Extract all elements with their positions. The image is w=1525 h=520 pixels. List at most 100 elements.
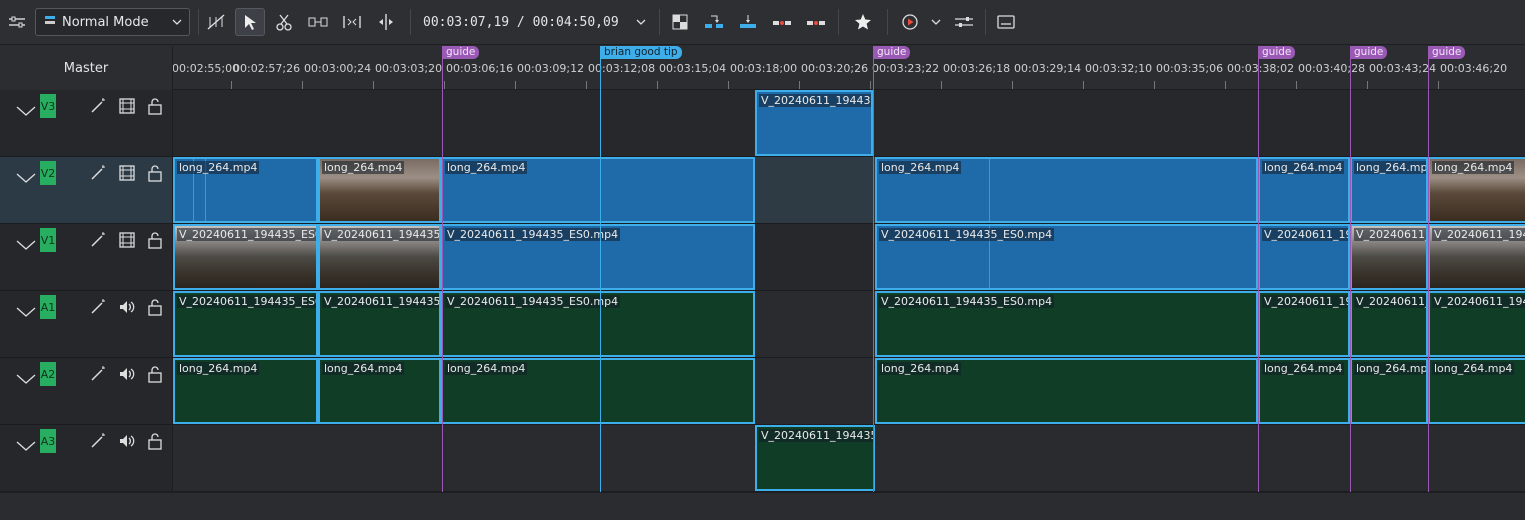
- lock-icon[interactable]: [145, 297, 165, 317]
- select-tool-icon[interactable]: [235, 8, 265, 36]
- track-name-tag[interactable]: V2: [40, 161, 56, 185]
- composite-icon[interactable]: [666, 8, 694, 36]
- track-lane-v3[interactable]: V_20240611_194435_E: [173, 90, 1525, 157]
- effects-wand-icon[interactable]: [88, 96, 108, 116]
- clip[interactable]: long_264.mp4: [441, 358, 755, 424]
- subtitle-icon[interactable]: [992, 8, 1020, 36]
- extract-icon[interactable]: [802, 8, 830, 36]
- guide-marker[interactable]: guide: [1428, 46, 1466, 59]
- guide-marker[interactable]: guide: [1350, 46, 1388, 59]
- master-track-header[interactable]: Master: [0, 46, 173, 90]
- track-name-tag[interactable]: V3: [40, 94, 56, 118]
- collapse-chevron-icon[interactable]: [16, 236, 36, 255]
- lock-icon[interactable]: [145, 163, 165, 183]
- track-header-a1[interactable]: A1: [0, 291, 173, 358]
- collapse-chevron-icon[interactable]: [16, 303, 36, 322]
- clip[interactable]: V_20240611_194435_ES0.mp4: [875, 224, 1258, 290]
- track-lane-a2[interactable]: long_264.mp4 long_264.mp4 long_264.mp4 l…: [173, 358, 1525, 425]
- effects-wand-icon[interactable]: [88, 163, 108, 183]
- clip[interactable]: long_264.mp4: [1350, 157, 1428, 223]
- clip[interactable]: V_20240611_194435_E: [755, 425, 875, 491]
- track-header-v3[interactable]: V3: [0, 90, 173, 157]
- lock-icon[interactable]: [145, 230, 165, 250]
- timecode-display[interactable]: 00:03:07,19 / 00:04:50,09: [423, 8, 623, 36]
- clip[interactable]: long_264.mp4: [1350, 358, 1428, 424]
- spacer-tool-icon[interactable]: [304, 8, 332, 36]
- timeline-gap[interactable]: [755, 157, 875, 223]
- film-strip-icon[interactable]: [117, 230, 137, 250]
- effects-wand-icon[interactable]: [88, 230, 108, 250]
- film-strip-icon[interactable]: [117, 163, 137, 183]
- edit-mode-select[interactable]: Normal Mode: [35, 8, 190, 36]
- mixer-icon[interactable]: [950, 8, 978, 36]
- track-name-tag[interactable]: A1: [40, 295, 56, 319]
- clip[interactable]: long_264.mp4: [318, 157, 441, 223]
- clip[interactable]: long_264.mp4: [318, 358, 441, 424]
- clip[interactable]: V_20240611_1: [1350, 224, 1428, 290]
- track-lane-v2[interactable]: long_264.mp4 long_264.mp4 long_264.mp4 l…: [173, 157, 1525, 224]
- clip[interactable]: V_20240611_194435_E: [318, 291, 441, 357]
- clip[interactable]: long_264.mp4: [875, 157, 1258, 223]
- track-lane-v1[interactable]: V_20240611_194435_ES0.m V_20240611_19443…: [173, 224, 1525, 291]
- clip[interactable]: V_20240611_194: [1428, 291, 1525, 357]
- clip[interactable]: V_20240611_194435_ES0.mp4: [875, 291, 1258, 357]
- clip[interactable]: long_264.mp4: [441, 157, 755, 223]
- effects-wand-icon[interactable]: [88, 431, 108, 451]
- clip[interactable]: V_20240611_194: [1258, 224, 1350, 290]
- lock-icon[interactable]: [145, 364, 165, 384]
- clip[interactable]: V_20240611_194435_ES0.mp4: [441, 291, 755, 357]
- track-name-tag[interactable]: A3: [40, 429, 56, 453]
- speaker-icon[interactable]: [117, 431, 137, 451]
- clip[interactable]: long_264.mp4: [1428, 358, 1525, 424]
- track-name-tag[interactable]: A2: [40, 362, 56, 386]
- settings-sliders-icon[interactable]: [3, 8, 31, 36]
- guide-marker[interactable]: guide: [1258, 46, 1296, 59]
- favorite-star-icon[interactable]: [849, 8, 877, 36]
- insert-icon[interactable]: [700, 8, 728, 36]
- clip[interactable]: V_20240611_1: [1350, 291, 1428, 357]
- razor-tool-icon[interactable]: [270, 8, 298, 36]
- timeline-ruler[interactable]: 00:02:55;00 00:02:57;26 00:03:00;24 00:0…: [173, 46, 1525, 90]
- collapse-chevron-icon[interactable]: [16, 437, 36, 456]
- lock-icon[interactable]: [145, 96, 165, 116]
- guide-marker[interactable]: brian good tip: [600, 46, 682, 59]
- overwrite-icon[interactable]: [734, 8, 762, 36]
- guide-marker[interactable]: guide: [442, 46, 480, 59]
- collapse-chevron-icon[interactable]: [16, 169, 36, 188]
- collapse-chevron-icon[interactable]: [16, 102, 36, 121]
- ripple-tool-icon[interactable]: [338, 8, 366, 36]
- speaker-icon[interactable]: [117, 297, 137, 317]
- clip[interactable]: V_20240611_194435_ES0.m: [173, 291, 318, 357]
- track-header-a2[interactable]: A2: [0, 358, 173, 425]
- clip[interactable]: V_20240611_194435_E: [755, 90, 873, 156]
- clip[interactable]: V_20240611_194435_ES0.mp4: [441, 224, 755, 290]
- clip[interactable]: V_20240611_194: [1258, 291, 1350, 357]
- track-header-a3[interactable]: A3: [0, 425, 173, 492]
- lock-icon[interactable]: [145, 431, 165, 451]
- clip[interactable]: V_20240611_194435_ES0.m: [173, 224, 318, 290]
- clip[interactable]: long_264.mp4: [875, 358, 1258, 424]
- track-name-tag[interactable]: V1: [40, 228, 56, 252]
- track-header-v1[interactable]: V1: [0, 224, 173, 291]
- clip[interactable]: V_20240611_194: [1428, 224, 1525, 290]
- track-lane-a3[interactable]: V_20240611_194435_E: [173, 425, 1525, 492]
- clip[interactable]: long_264.mp4: [1258, 358, 1350, 424]
- effects-wand-icon[interactable]: [88, 297, 108, 317]
- snap-icon[interactable]: [202, 8, 230, 36]
- effects-wand-icon[interactable]: [88, 364, 108, 384]
- slip-tool-icon[interactable]: [372, 8, 400, 36]
- film-strip-icon[interactable]: [117, 96, 137, 116]
- track-lane-a1[interactable]: V_20240611_194435_ES0.m V_20240611_19443…: [173, 291, 1525, 358]
- clip[interactable]: long_264.mp4: [1428, 157, 1525, 223]
- track-header-v2[interactable]: V2: [0, 157, 173, 224]
- clip[interactable]: long_264.mp4: [173, 157, 318, 223]
- guide-marker[interactable]: guide: [873, 46, 911, 59]
- speaker-icon[interactable]: [117, 364, 137, 384]
- clip[interactable]: V_20240611_194435_E: [318, 224, 441, 290]
- clip[interactable]: long_264.mp4: [1258, 157, 1350, 223]
- timecode-menu-chevron-icon[interactable]: [627, 8, 655, 36]
- clip[interactable]: long_264.mp4: [173, 358, 318, 424]
- render-menu-chevron-icon[interactable]: [922, 8, 950, 36]
- lift-icon[interactable]: [768, 8, 796, 36]
- collapse-chevron-icon[interactable]: [16, 370, 36, 389]
